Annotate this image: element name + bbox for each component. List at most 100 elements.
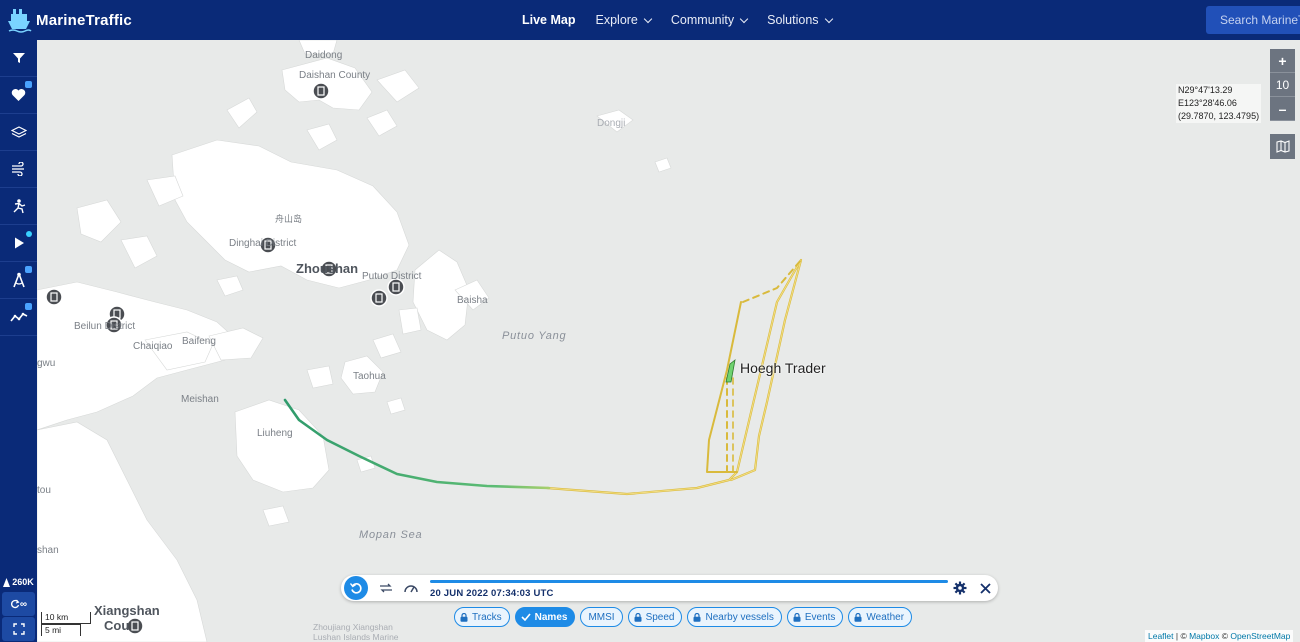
zoom-level: 10 [1270,73,1295,97]
play-icon [14,237,24,249]
scale-imperial: 5 mi [41,624,81,636]
place-label: shan [37,545,59,556]
chevron-down-icon [739,14,749,23]
filter-button[interactable] [0,40,37,77]
layers-icon [10,126,27,138]
place-label: 舟山岛 [275,214,303,224]
vessel-count-value: 260K [12,577,34,587]
chip-mmsi[interactable]: MMSI [580,607,623,627]
place-label: Liuheng [257,428,293,439]
map-icon [1275,140,1290,153]
main-nav: Live Map Explore Community Solutions [512,0,842,40]
nav-live-map-label: Live Map [522,13,576,27]
place-label: gwu [37,358,56,369]
map-type-button[interactable] [1270,134,1295,159]
app-root: MarineTraffic Live Map Explore Community… [0,0,1300,642]
swap-icon [380,583,392,593]
map-scale: 10 km 5 mi [41,612,91,636]
map-svg [37,40,1300,642]
port-icon [45,288,63,306]
playback-settings-button[interactable] [950,578,970,598]
playback-button[interactable] [0,225,37,262]
nav-community[interactable]: Community [661,13,757,27]
infinity-label: ∞ [19,598,28,610]
chip-tracks[interactable]: Tracks [454,607,510,627]
playback-timestamp: 20 JUN 2022 07:34:03 UTC [430,588,554,599]
place-label: Putuo Yang [502,330,567,342]
analytics-icon [9,312,27,322]
gear-icon [953,581,967,595]
zoom-control: + 10 – [1270,49,1295,121]
brand[interactable]: MarineTraffic [0,0,240,40]
place-label: Putuo District [362,271,422,282]
zoom-out-button[interactable]: – [1270,97,1295,121]
layers-button[interactable] [0,114,37,151]
filter-icon [12,53,25,63]
place-label: Beilun District [74,321,136,332]
scale-metric: 10 km [41,612,91,624]
islet [398,307,422,335]
measure-button[interactable] [0,262,37,299]
chip-tracks-label: Tracks [472,611,502,623]
place-label: Baisha [457,295,488,306]
map-canvas[interactable]: Daidong Daishan County Dongji 舟山岛 Dingha… [37,40,1300,642]
lock-icon [25,266,32,273]
fullscreen-button[interactable] [2,617,35,641]
replay-button[interactable] [344,576,368,600]
place-label: Daidong [305,50,343,61]
measure-icon [12,272,25,288]
lock-icon [25,81,32,88]
search-box[interactable] [1206,6,1300,34]
voyage-planner-button[interactable] [0,188,37,225]
brand-name: MarineTraffic [36,11,132,29]
speed-button[interactable] [401,578,421,598]
place-label: Baifeng [182,336,216,347]
nav-solutions[interactable]: Solutions [757,13,841,27]
mapbox-link[interactable]: Mapbox [1189,631,1219,641]
lock-icon [693,612,701,622]
leaflet-link[interactable]: Leaflet [1148,631,1174,641]
chip-mmsi-label: MMSI [588,611,615,623]
nav-explore[interactable]: Explore [586,13,661,27]
vessel-count: 260K [0,573,37,591]
playback-timeline[interactable] [430,580,948,583]
place-label: tou [37,485,51,496]
place-label: Zhoushan [296,261,359,276]
openstreetmap-link[interactable]: OpenStreetMap [1230,631,1290,641]
analytics-button[interactable] [0,299,37,336]
lock-icon [25,303,32,310]
sidebar-bottom: 260K ∞ [0,573,37,642]
chip-nearby-vessels-label: Nearby vessels [705,611,774,623]
vessel-name-label[interactable]: Hoegh Trader [740,360,826,376]
infinity-toggle[interactable]: ∞ [2,592,35,616]
route-icon [13,199,25,214]
chip-weather-label: Weather [866,611,905,623]
playback-close-button[interactable] [975,578,995,598]
chip-weather[interactable]: Weather [848,607,913,627]
cursor-coordinates: N29°47'13.29 E123°28'46.06 (29.7870, 123… [1176,84,1262,123]
search-input[interactable] [1220,13,1300,27]
my-fleets-button[interactable] [0,77,37,114]
lock-icon [460,612,468,622]
place-label: Taohua [353,371,386,382]
chip-events[interactable]: Events [786,607,844,627]
swap-button[interactable] [377,578,395,598]
vessel-icon [3,577,11,587]
left-toolbar: 260K ∞ [0,40,37,642]
playback-options: Tracks Names MMSI Speed Nearby vessels E… [454,607,913,629]
checkmark-icon [521,613,531,621]
chip-names[interactable]: Names [514,607,576,627]
zoom-in-button[interactable]: + [1270,49,1295,73]
heart-icon [11,89,26,101]
marinetraffic-logo-icon [8,9,32,33]
top-navigation-bar: MarineTraffic Live Map Explore Community… [0,0,1300,40]
place-label: Dongji [597,118,626,129]
replay-icon [349,583,362,594]
active-indicator-icon [26,231,32,237]
expand-icon [12,623,25,635]
speedometer-icon [404,585,418,593]
weather-button[interactable] [0,151,37,188]
chip-speed[interactable]: Speed [627,607,683,627]
nav-live-map[interactable]: Live Map [512,13,586,27]
chip-nearby-vessels[interactable]: Nearby vessels [687,607,782,627]
